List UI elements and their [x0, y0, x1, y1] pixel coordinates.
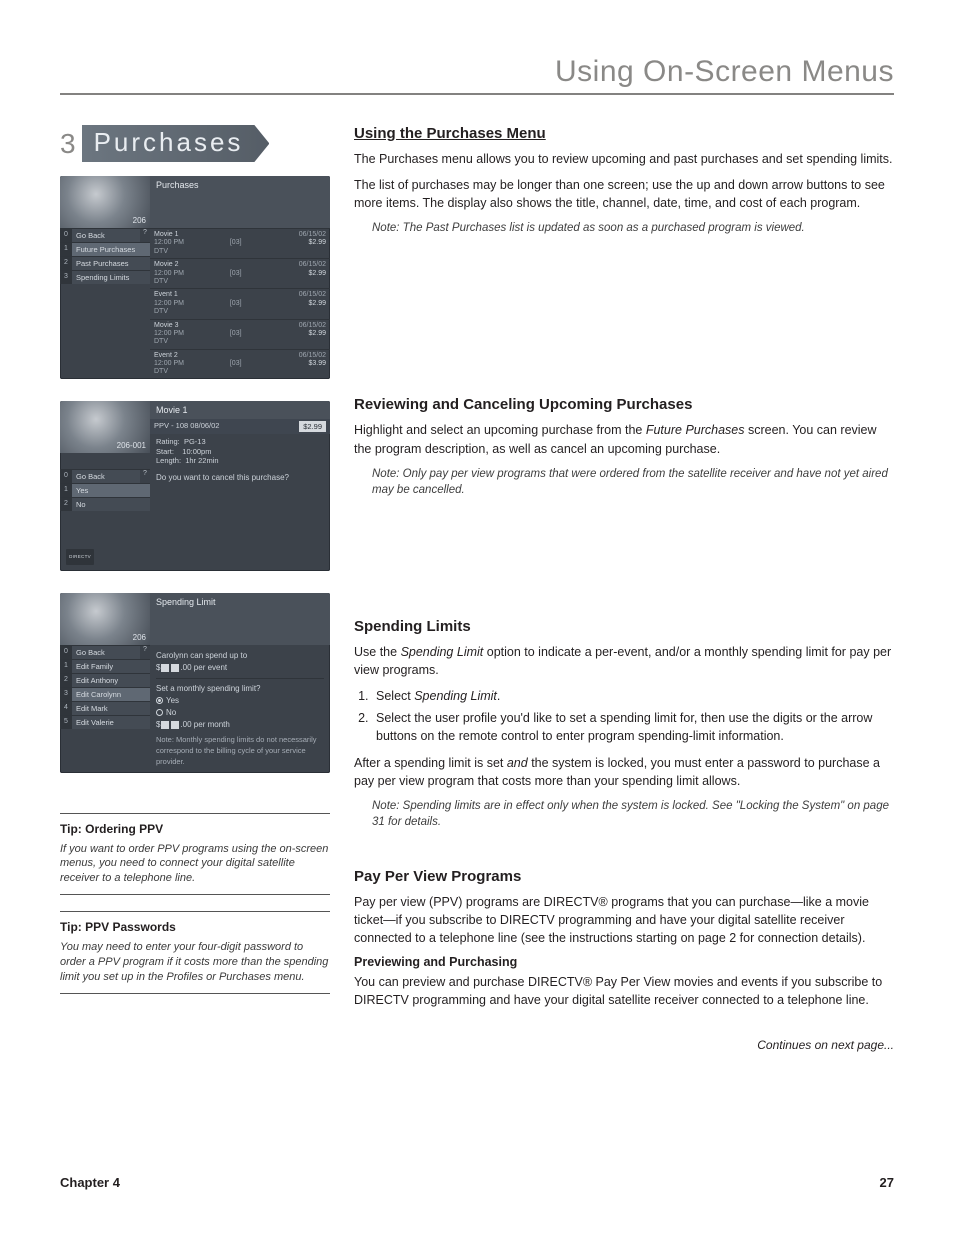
footer-page-number: 27: [880, 1175, 894, 1190]
tip-box: Tip: Ordering PPV If you want to order P…: [60, 813, 330, 896]
menu-item: Future Purchases: [72, 243, 150, 256]
menu-item: Edit Anthony: [72, 674, 150, 687]
digit-input: [171, 721, 179, 729]
menu-item: Go Back: [72, 229, 140, 242]
panel-title: Movie 1: [150, 401, 330, 419]
directv-logo: DIRECTV: [66, 549, 94, 565]
menu-item: Spending Limits: [72, 271, 150, 284]
sub-heading: Previewing and Purchasing: [354, 955, 894, 969]
body-text: Highlight and select an upcoming purchas…: [354, 421, 894, 457]
note-text: Note: Only pay per view programs that we…: [372, 466, 894, 498]
body-text: You can preview and purchase DIRECTV® Pa…: [354, 973, 894, 1009]
list-item: Movie 206/15/0212:00 PMDTV[03]$2.99: [150, 258, 330, 288]
menu-item: Edit Carolynn: [72, 688, 150, 701]
continues-note: Continues on next page...: [354, 1038, 894, 1052]
section-heading: Reviewing and Canceling Upcoming Purchas…: [354, 396, 894, 413]
note-text: Note: Spending limits are in effect only…: [372, 798, 894, 830]
preview-pane: [60, 593, 150, 645]
menu-item: No: [72, 498, 150, 511]
section-heading: Using the Purchases Menu: [354, 125, 894, 142]
tip-body: If you want to order PPV programs using …: [60, 842, 330, 887]
screenshot-purchases: Purchases 0Go Back? 1Future Purchases 2P…: [60, 176, 330, 379]
radio-icon: [156, 709, 163, 716]
section-nav-banner: 3 Purchases: [60, 125, 330, 162]
panel-title: Spending Limit: [150, 593, 330, 645]
menu-item: Edit Family: [72, 660, 150, 673]
menu-item: Yes: [72, 484, 150, 497]
list-item: Movie 106/15/0212:00 PMDTV[03]$2.99: [150, 228, 330, 258]
list-item: Movie 306/15/0212:00 PMDTV[03]$2.99: [150, 319, 330, 349]
section-number: 3: [60, 128, 76, 160]
list-item: Select Spending Limit.: [372, 687, 894, 705]
tv-menu: 0Go Back? 1Future Purchases 2Past Purcha…: [60, 228, 150, 379]
body-text: Pay per view (PPV) programs are DIRECTV®…: [354, 893, 894, 947]
menu-item: Past Purchases: [72, 257, 150, 270]
list-item: Event 206/15/0212:00 PMDTV[03]$3.99: [150, 349, 330, 379]
body-text: The Purchases menu allows you to review …: [354, 150, 894, 168]
price-badge: $2.99: [299, 421, 326, 432]
menu-item: Edit Mark: [72, 702, 150, 715]
ordered-list: Select Spending Limit. Select the user p…: [372, 687, 894, 745]
tip-box: Tip: PPV Passwords You may need to enter…: [60, 911, 330, 994]
digit-input: [171, 664, 179, 672]
panel-title: Purchases: [150, 176, 330, 228]
section-heading: Pay Per View Programs: [354, 868, 894, 885]
body-text: The list of purchases may be longer than…: [354, 176, 894, 212]
purchase-list: Movie 106/15/0212:00 PMDTV[03]$2.99 Movi…: [150, 228, 330, 379]
menu-item: Edit Valerie: [72, 716, 150, 729]
footer-chapter: Chapter 4: [60, 1175, 120, 1190]
note-text: Note: The Past Purchases list is updated…: [372, 220, 894, 236]
list-item: Event 106/15/0212:00 PMDTV[03]$2.99: [150, 288, 330, 318]
digit-input: [161, 721, 169, 729]
cancel-prompt: Do you want to cancel this purchase?: [150, 469, 330, 511]
digit-input: [161, 664, 169, 672]
preview-pane: [60, 401, 150, 453]
menu-item: Go Back: [72, 470, 140, 483]
preview-pane: [60, 176, 150, 228]
tip-title: Tip: PPV Passwords: [60, 920, 330, 934]
menu-item: Go Back: [72, 646, 140, 659]
tip-body: You may need to enter your four-digit pa…: [60, 940, 330, 985]
body-text: After a spending limit is set and the sy…: [354, 754, 894, 790]
screenshot-cancel: Movie 1 PPV - 108 08/06/02$2.99 Rating: …: [60, 401, 330, 571]
list-item: Select the user profile you'd like to se…: [372, 709, 894, 745]
body-text: Use the Spending Limit option to indicat…: [354, 643, 894, 679]
tip-title: Tip: Ordering PPV: [60, 822, 330, 836]
section-label: Purchases: [82, 125, 270, 162]
radio-icon: [156, 697, 163, 704]
screenshot-spending: Spending Limit 0Go Back? 1Edit Family 2E…: [60, 593, 330, 773]
page-header-title: Using On-Screen Menus: [60, 55, 894, 95]
section-heading: Spending Limits: [354, 618, 894, 635]
